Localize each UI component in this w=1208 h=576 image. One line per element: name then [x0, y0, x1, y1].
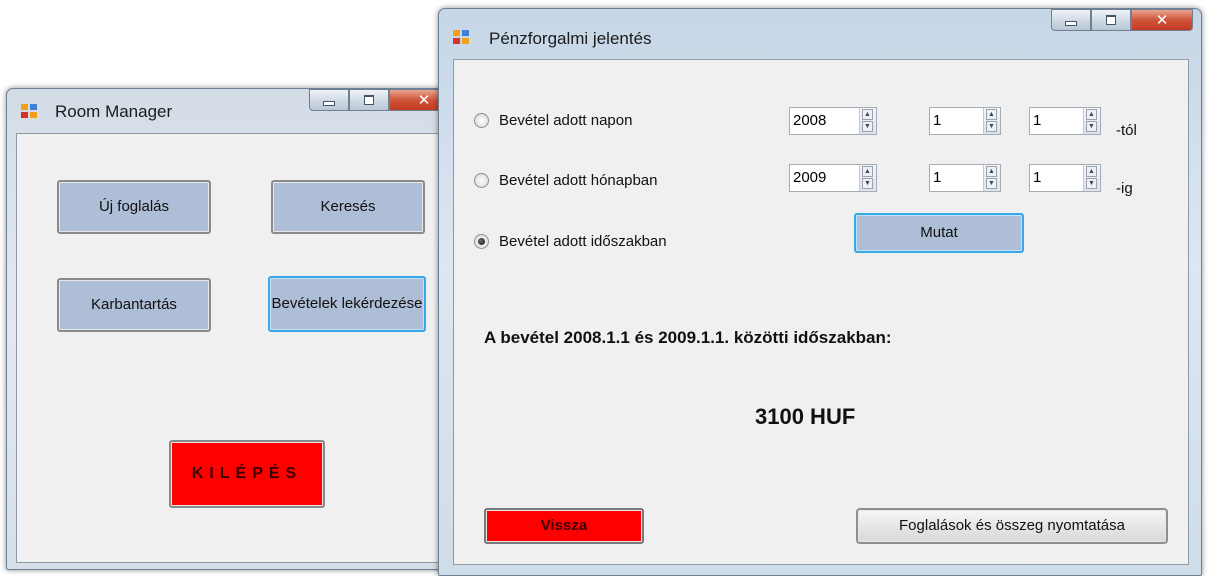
search-button[interactable]: Keresés [271, 180, 425, 234]
radio-period[interactable]: Bevétel adott időszakban [474, 233, 667, 250]
to-day-value: 1 [1033, 169, 1042, 186]
to-day-spinner[interactable]: 1 ▲ ▼ [1029, 164, 1101, 192]
arrow-down-icon[interactable]: ▼ [1086, 178, 1097, 189]
from-day-spinner[interactable]: 1 ▲ ▼ [1029, 107, 1101, 135]
arrow-up-icon[interactable]: ▲ [1086, 166, 1097, 177]
arrow-up-icon[interactable]: ▲ [862, 166, 873, 177]
report-window: Pénzforgalmi jelentés ✕ Bevétel adott na… [438, 8, 1202, 576]
room-manager-titlebar[interactable]: Room Manager ✕ [7, 89, 465, 133]
from-day-value: 1 [1033, 112, 1042, 129]
show-button[interactable]: Mutat [854, 213, 1024, 253]
radio-day-circle[interactable] [474, 113, 489, 128]
radio-day[interactable]: Bevétel adott napon [474, 112, 632, 129]
back-button-label: Vissza [540, 517, 588, 534]
to-year-value: 2009 [793, 169, 827, 186]
report-title: Pénzforgalmi jelentés [489, 29, 652, 48]
from-year-value: 2008 [793, 112, 827, 129]
arrow-down-icon[interactable]: ▼ [986, 121, 997, 132]
result-description: A bevétel 2008.1.1 és 2009.1.1. közötti … [484, 328, 892, 347]
radio-period-label: Bevétel adott időszakban [499, 233, 667, 250]
radio-period-circle[interactable] [474, 234, 489, 249]
exit-button-label: KILÉPÉS [191, 465, 303, 482]
maximize-icon[interactable] [1091, 9, 1131, 31]
application-icon [21, 104, 38, 119]
radio-month[interactable]: Bevétel adott hónapban [474, 172, 657, 189]
radio-day-label: Bevétel adott napon [499, 112, 633, 129]
report-client: Bevétel adott napon Bevétel adott hónapb… [453, 59, 1189, 565]
result-amount: 3100 HUF [755, 404, 856, 429]
to-month-value: 1 [933, 169, 942, 186]
arrow-down-icon[interactable]: ▼ [862, 121, 873, 132]
from-month-spinner[interactable]: 1 ▲ ▼ [929, 107, 1001, 135]
arrow-up-icon[interactable]: ▲ [862, 109, 873, 120]
to-year-spinner[interactable]: 2009 ▲ ▼ [789, 164, 877, 192]
from-suffix: -tól [1116, 122, 1137, 139]
report-titlebar[interactable]: Pénzforgalmi jelentés ✕ [439, 9, 1201, 53]
minimize-icon[interactable] [309, 89, 349, 111]
radio-month-circle[interactable] [474, 173, 489, 188]
minimize-icon[interactable] [1051, 9, 1091, 31]
new-booking-button[interactable]: Új foglalás [57, 180, 211, 234]
print-bookings-button[interactable]: Foglalások és összeg nyomtatása [856, 508, 1168, 544]
to-month-spinner[interactable]: 1 ▲ ▼ [929, 164, 1001, 192]
maximize-icon[interactable] [349, 89, 389, 111]
radio-month-label: Bevétel adott hónapban [499, 172, 658, 189]
back-button[interactable]: Vissza [484, 508, 644, 544]
close-icon[interactable]: ✕ [1131, 9, 1193, 31]
arrow-up-icon[interactable]: ▲ [1086, 109, 1097, 120]
room-manager-client: Új foglalás Keresés Karbantartás Bevétel… [16, 133, 452, 563]
arrow-down-icon[interactable]: ▼ [862, 178, 873, 189]
to-suffix: -ig [1116, 180, 1133, 197]
from-month-value: 1 [933, 112, 942, 129]
arrow-up-icon[interactable]: ▲ [986, 166, 997, 177]
maintenance-button[interactable]: Karbantartás [57, 278, 211, 332]
room-manager-window: Room Manager ✕ Új foglalás Keresés Karba… [6, 88, 466, 570]
arrow-up-icon[interactable]: ▲ [986, 109, 997, 120]
revenue-query-button[interactable]: Bevételek lekérdezése [268, 276, 426, 332]
exit-button[interactable]: KILÉPÉS [169, 440, 325, 508]
room-manager-title: Room Manager [55, 102, 173, 121]
arrow-down-icon[interactable]: ▼ [1086, 121, 1097, 132]
arrow-down-icon[interactable]: ▼ [986, 178, 997, 189]
application-icon [453, 30, 470, 45]
from-year-spinner[interactable]: 2008 ▲ ▼ [789, 107, 877, 135]
